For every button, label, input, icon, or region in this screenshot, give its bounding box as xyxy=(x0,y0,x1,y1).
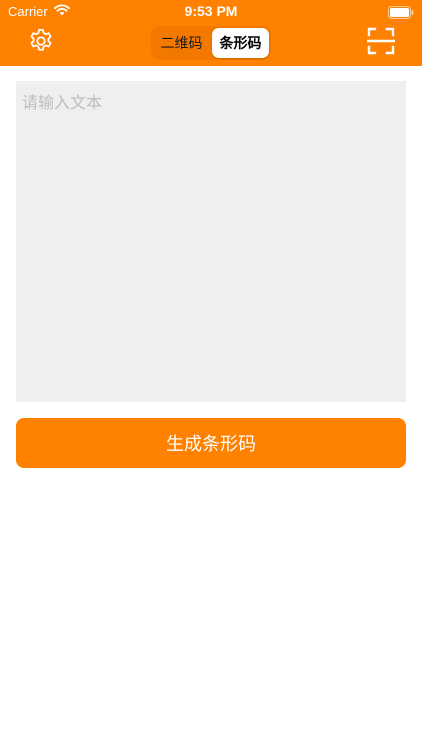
scan-frame-icon xyxy=(366,27,396,59)
segment-qrcode[interactable]: 二维码 xyxy=(153,28,210,58)
gear-icon xyxy=(27,27,55,59)
scan-button[interactable] xyxy=(366,27,396,59)
text-input[interactable] xyxy=(16,81,406,402)
header: Carrier 9:53 PM 二维码 条形码 xyxy=(0,0,422,66)
segment-barcode[interactable]: 条形码 xyxy=(212,28,269,58)
code-type-segmented-control: 二维码 条形码 xyxy=(151,26,271,60)
battery-icon xyxy=(388,4,414,19)
settings-button[interactable] xyxy=(25,28,57,58)
generate-barcode-button[interactable]: 生成条形码 xyxy=(16,418,406,468)
wifi-icon xyxy=(53,3,70,19)
carrier-label: Carrier xyxy=(8,3,48,19)
status-carrier: Carrier xyxy=(8,2,70,20)
screen: Carrier 9:53 PM 二维码 条形码 请输入文本 生成条形码 xyxy=(0,0,422,750)
